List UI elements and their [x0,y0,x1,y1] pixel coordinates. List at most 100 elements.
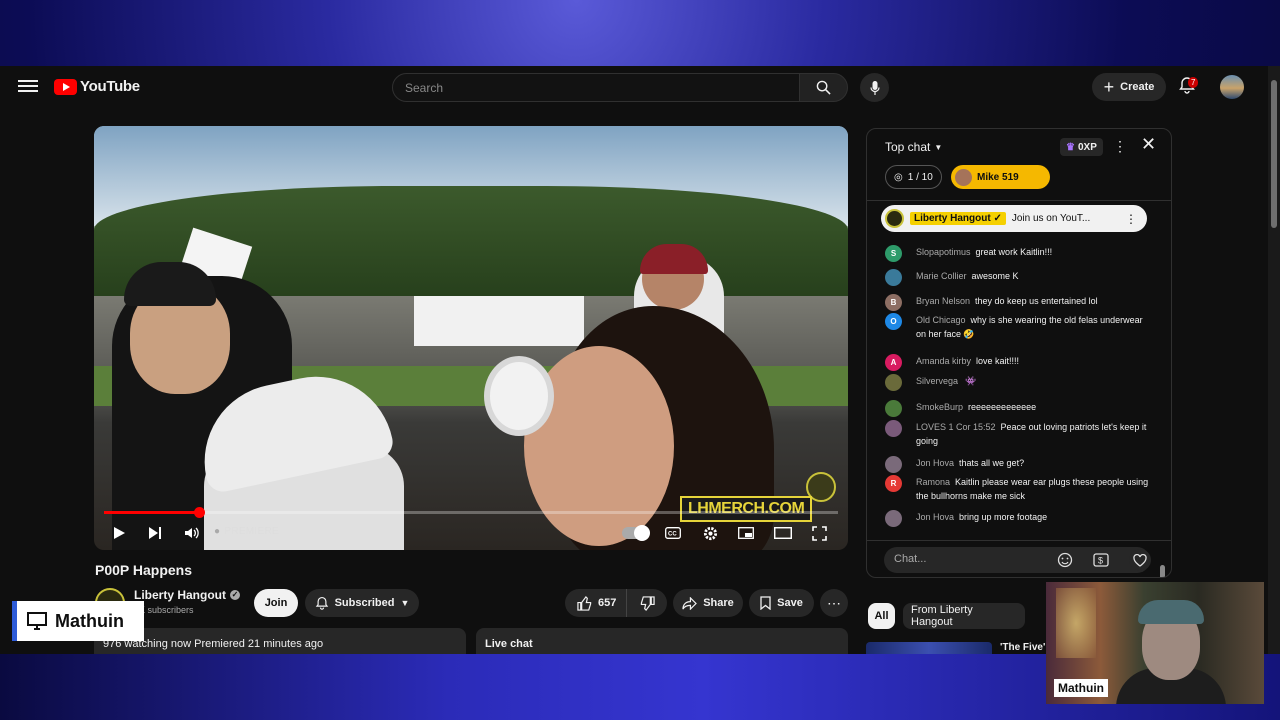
avatar[interactable]: S [885,245,902,262]
avatar[interactable]: A [885,354,902,371]
super-chat-icon[interactable]: $ [1092,551,1110,569]
chat-message[interactable]: S Slopapotimus great work Kaitlin!!! [885,245,1155,262]
more-vertical-icon[interactable]: ⋮ [1125,212,1137,226]
chat-message[interactable]: Silvervega 👾 [885,374,1155,391]
chat-goal-counter[interactable]: ◎ 1 / 10 [885,165,942,189]
subscribed-button[interactable]: Subscribed ▼ [305,589,419,617]
progress-bar[interactable] [104,507,838,518]
chat-header: Top chat ▼ ♛ 0XP ⋮ ✕ ◎ 1 / 10 Mike 519 [867,129,1171,201]
live-chat-box[interactable]: Live chat [476,628,848,654]
avatar[interactable] [885,269,902,286]
chat-author[interactable]: Bryan Nelson [916,296,970,306]
create-button[interactable]: + Create [1092,73,1166,101]
chat-message[interactable]: R Ramona Kaitlin please wear ear plugs the… [885,475,1155,503]
theater-icon [774,527,792,539]
chat-author[interactable]: Amanda kirby [916,356,971,366]
chat-input-placeholder: Chat... [894,553,927,565]
play-button[interactable] [108,522,130,544]
fullscreen-button[interactable] [808,522,830,544]
chat-message[interactable]: Jon Hova thats all we get? [885,456,1155,473]
pinned-author-text: Liberty Hangout [914,213,991,224]
next-button[interactable] [144,522,166,544]
emoji-icon[interactable] [1056,551,1074,569]
chat-text: reeeeeeeeeeeee [968,402,1037,412]
top-chat-dropdown[interactable]: Top chat ▼ [885,140,942,154]
webcam-overlay: Mathuin [1046,582,1264,704]
theater-mode-button[interactable] [772,522,794,544]
chat-message-body: Marie Collier awesome K [916,269,1155,283]
voice-search-button[interactable] [860,73,889,102]
chat-text: Kaitlin please wear ear plugs these peop… [916,477,1149,501]
share-button[interactable]: Share [673,589,743,617]
scrollbar-thumb[interactable] [1271,80,1277,228]
miniplayer-button[interactable] [735,522,757,544]
chat-author[interactable]: Marie Collier [916,271,967,281]
join-button[interactable]: Join [254,589,298,617]
avatar[interactable] [885,400,902,417]
dislike-button[interactable] [627,589,667,617]
avatar[interactable] [885,510,902,527]
avatar [885,209,904,228]
chat-author[interactable]: Ramona [916,477,950,487]
heart-icon[interactable] [1129,549,1151,571]
play-icon [114,527,125,539]
avatar[interactable]: O [885,313,902,330]
search-placeholder: Search [405,80,444,95]
channel-name[interactable]: Liberty Hangout ✓ [134,588,240,602]
chat-message[interactable]: Jon Hova bring up more footage [885,510,1155,527]
chat-author[interactable]: Jon Hova [916,458,954,468]
avatar[interactable] [885,456,902,473]
close-icon[interactable]: ✕ [1141,135,1156,153]
like-button[interactable]: 657 [565,589,628,617]
streamer-name-tag: Mathuin [12,601,144,641]
autoplay-toggle[interactable] [622,525,650,541]
chevron-down-icon: ▼ [934,142,943,152]
volume-icon [185,527,199,539]
avatar[interactable] [885,420,902,437]
chip-from-channel[interactable]: From Liberty Hangout [903,603,1025,629]
video-player[interactable]: LHMERCH.COM ● PREMIERE CC [94,126,848,550]
save-button[interactable]: Save [749,589,814,617]
menu-icon[interactable] [18,77,38,97]
page-scrollbar[interactable] [1268,66,1280,654]
chat-message[interactable]: B Bryan Nelson they do keep us entertained… [885,294,1155,311]
chat-message[interactable]: SmokeBurp reeeeeeeeeeeee [885,400,1155,417]
chat-message[interactable]: Marie Collier awesome K [885,269,1155,286]
chat-text: love kait!!!! [976,356,1020,366]
share-icon [682,596,698,610]
captions-button[interactable]: CC [662,522,684,544]
volume-button[interactable] [181,522,203,544]
chat-more-icon[interactable]: ⋮ [1113,138,1127,155]
chat-message-body: Bryan Nelson they do keep us entertained … [916,294,1155,308]
verified-icon: ✓ [230,590,240,600]
video-frame-banner [414,296,584,346]
chat-author[interactable]: LOVES 1 Cor 15:52 [916,422,996,432]
chat-author[interactable]: Old Chicago [916,315,966,325]
chat-author[interactable]: SmokeBurp [916,402,963,412]
description-box[interactable]: 976 watching now Premiered 21 minutes ag… [94,628,466,654]
avatar[interactable] [885,374,902,391]
recommended-video-title[interactable]: 'The Five': [1000,642,1049,653]
pinned-message[interactable]: Liberty Hangout ✓ Join us on YouT... ⋮ [881,205,1147,232]
chat-message[interactable]: O Old Chicago why is she wearing the old f… [885,313,1155,341]
avatar[interactable]: R [885,475,902,492]
chat-author[interactable]: Silvervega [916,376,958,386]
xp-badge[interactable]: ♛ 0XP [1060,138,1103,156]
chat-author[interactable]: Slopapotimus [916,247,971,257]
chip-all[interactable]: All [868,603,895,629]
chat-message[interactable]: A Amanda kirby love kait!!!! [885,354,1155,371]
recommended-video-thumbnail[interactable] [866,642,992,654]
account-avatar[interactable] [1220,75,1244,99]
settings-button[interactable] [699,522,721,544]
highlighted-user-chip[interactable]: Mike 519 [951,165,1050,189]
search-input[interactable]: Search [392,73,800,102]
youtube-logo[interactable]: YouTube [54,78,140,95]
chat-author[interactable]: Jon Hova [916,512,954,522]
chat-message[interactable]: LOVES 1 Cor 15:52 Peace out loving patrio… [885,420,1155,448]
subscribed-label: Subscribed [334,597,395,609]
more-actions-button[interactable]: ⋯ [820,589,848,617]
avatar[interactable]: B [885,294,902,311]
crown-icon: ♛ [1066,141,1075,153]
chat-scrollbar[interactable] [1159,261,1165,577]
search-button[interactable] [799,73,848,102]
